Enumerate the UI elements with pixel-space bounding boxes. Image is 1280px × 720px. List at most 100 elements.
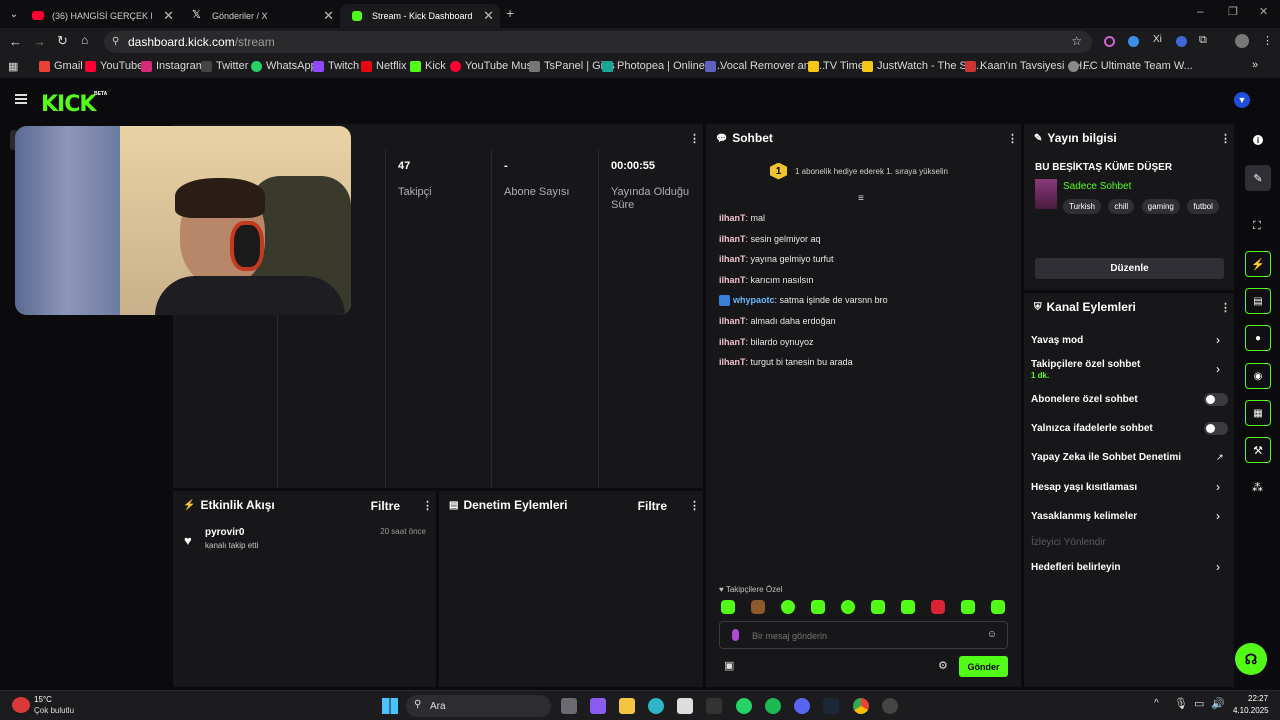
send-button[interactable]: Gönder xyxy=(959,656,1008,677)
support-headset-icon[interactable]: ☊ xyxy=(1235,643,1267,675)
emote[interactable] xyxy=(961,600,975,614)
chevron-right-icon[interactable]: › xyxy=(1216,333,1224,347)
windows-start-icon[interactable] xyxy=(382,698,398,714)
fullscreen-icon[interactable]: ⛶ xyxy=(1253,220,1261,233)
collapse-pinned-icon[interactable]: ≡ xyxy=(858,193,864,204)
info-icon[interactable]: i xyxy=(1253,135,1263,145)
bookmark-item[interactable]: YouTube Music xyxy=(450,60,540,72)
edit-stream-button[interactable]: Düzenle xyxy=(1035,258,1224,279)
edit-pencil-icon[interactable]: ✎ xyxy=(1245,165,1271,191)
emote[interactable] xyxy=(811,600,825,614)
volume-icon[interactable]: 🔊 xyxy=(1211,697,1225,710)
emote[interactable] xyxy=(991,600,1005,614)
more-options-icon[interactable]: ⋮ xyxy=(689,132,700,145)
forward-icon[interactable]: → xyxy=(33,34,46,49)
chevron-right-icon[interactable]: › xyxy=(1216,509,1224,523)
steam-icon[interactable] xyxy=(823,698,839,714)
edge-icon[interactable] xyxy=(648,698,664,714)
weather-temp[interactable]: 15°C xyxy=(34,695,52,704)
kick-logo[interactable]: KICK xyxy=(41,92,96,117)
home-icon[interactable]: ⌂ xyxy=(81,33,88,47)
bookmark-item[interactable]: TV Time xyxy=(808,60,864,72)
quick-action-chat-icon[interactable]: ● xyxy=(1245,325,1271,351)
quick-action-layout-icon[interactable]: ▦ xyxy=(1245,400,1271,426)
extensions-puzzle-icon[interactable]: ⧉ xyxy=(1199,34,1207,47)
taskbar-search[interactable]: ⚲ Ara xyxy=(406,695,551,717)
settings-gear-icon[interactable]: ⚙ xyxy=(938,659,948,672)
site-info-icon[interactable]: ⚲ xyxy=(112,36,119,47)
close-window-button[interactable]: ✕ xyxy=(1259,5,1268,18)
task-view-icon[interactable] xyxy=(561,698,577,714)
browser-tab-x[interactable]: 𝕏 Gönderiler / X ✕ xyxy=(180,4,340,28)
quick-action-notes-icon[interactable]: ▤ xyxy=(1245,288,1271,314)
close-tab-icon[interactable]: ✕ xyxy=(163,8,174,24)
bookmark-item[interactable]: FC Ultimate Team W... xyxy=(1068,60,1193,72)
show-hidden-icons[interactable]: ^ xyxy=(1154,698,1159,709)
emote[interactable] xyxy=(841,600,855,614)
copilot-icon[interactable] xyxy=(590,698,606,714)
ai-moderation-option[interactable]: Yapay Zeka ile Sohbet Denetimi xyxy=(1031,452,1181,463)
emote[interactable] xyxy=(721,600,735,614)
emote[interactable] xyxy=(931,600,945,614)
activity-filter-button[interactable]: Filtre xyxy=(371,499,400,513)
new-tab-button[interactable]: + xyxy=(506,5,514,21)
microphone-icon[interactable] xyxy=(732,629,739,641)
emotes-only-toggle[interactable] xyxy=(1204,422,1228,435)
emote[interactable] xyxy=(751,600,765,614)
bookmark-item[interactable]: Twitch xyxy=(313,60,359,72)
browser-tab-youtube[interactable]: (36) HANGİSİ GERÇEK KARI KO... ✕ xyxy=(20,4,180,28)
file-explorer-icon[interactable] xyxy=(619,698,635,714)
more-options-icon[interactable]: ⋮ xyxy=(1220,301,1231,314)
extension-icon[interactable] xyxy=(1104,36,1115,47)
bookmark-item[interactable]: Twitter xyxy=(201,60,248,72)
network-icon[interactable]: ▭ xyxy=(1194,697,1204,710)
emoji-icon[interactable]: ☺ xyxy=(987,629,997,640)
tag[interactable]: Turkish xyxy=(1063,199,1101,214)
chevron-right-icon[interactable]: › xyxy=(1216,560,1224,574)
minimize-window-button[interactable]: – xyxy=(1197,4,1204,18)
app-icon[interactable] xyxy=(882,698,898,714)
microphone-icon[interactable]: 🎙 xyxy=(1174,697,1188,710)
more-options-icon[interactable]: ⋮ xyxy=(422,499,433,512)
extension-x-icon[interactable]: Xi xyxy=(1153,34,1162,45)
subscribers-only-toggle[interactable] xyxy=(1204,393,1228,406)
extension-icon[interactable] xyxy=(1128,36,1139,47)
whatsapp-icon[interactable] xyxy=(736,698,752,714)
address-bar[interactable]: ⚲ dashboard.kick.com/stream ☆ xyxy=(104,31,1092,53)
emote[interactable] xyxy=(871,600,885,614)
browser-tab-kick[interactable]: Stream - Kick Dashboard ✕ xyxy=(340,4,500,28)
sub-goal-banner[interactable]: 1 1 abonelik hediye ederek 1. sıraya yük… xyxy=(770,162,990,180)
more-options-icon[interactable]: ⋮ xyxy=(689,499,700,512)
ibb-icon[interactable] xyxy=(706,698,722,714)
bookmark-item[interactable]: Netflix xyxy=(361,60,407,72)
more-bookmarks-icon[interactable]: » xyxy=(1252,59,1258,71)
tag[interactable]: chill xyxy=(1108,199,1135,214)
bookmark-item[interactable]: Kick xyxy=(410,60,446,72)
close-tab-icon[interactable]: ✕ xyxy=(483,8,494,24)
back-icon[interactable]: ← xyxy=(9,34,22,49)
bookmark-item[interactable]: YouTube xyxy=(85,60,143,72)
apps-grid-icon[interactable]: ▦ xyxy=(8,60,18,73)
category-name[interactable]: Sadece Sohbet xyxy=(1063,181,1131,192)
more-options-icon[interactable]: ⋮ xyxy=(1220,132,1231,145)
bookmark-item[interactable]: Instagram xyxy=(141,60,205,72)
more-options-icon[interactable]: ⋮ xyxy=(1007,132,1018,145)
maximize-window-button[interactable]: ❐ xyxy=(1228,5,1238,18)
extension-icon[interactable] xyxy=(1176,36,1187,47)
chat-message-input[interactable] xyxy=(752,628,972,643)
chevron-right-icon[interactable]: › xyxy=(1216,480,1224,494)
chrome-icon[interactable] xyxy=(853,698,869,714)
close-tab-icon[interactable]: ✕ xyxy=(323,8,334,24)
quick-action-broadcast-icon[interactable]: ◉ xyxy=(1245,363,1271,389)
slow-mode-option[interactable]: Yavaş mod xyxy=(1031,335,1083,346)
set-goals-option[interactable]: Hedefleri belirleyin xyxy=(1031,562,1120,573)
profile-avatar[interactable] xyxy=(1235,34,1249,48)
bookmark-item[interactable]: WhatsApp xyxy=(251,60,317,72)
banned-words-option[interactable]: Yasaklanmış kelimeler xyxy=(1031,511,1137,522)
followers-only-option[interactable]: Takipçilere özel sohbet xyxy=(1031,359,1140,370)
chevron-right-icon[interactable]: › xyxy=(1216,362,1224,376)
webcam-preview[interactable] xyxy=(15,126,351,315)
store-icon[interactable]: ▣ xyxy=(724,659,734,672)
tag[interactable]: futbol xyxy=(1187,199,1219,214)
shield-icon[interactable]: ▼ xyxy=(1234,92,1250,108)
